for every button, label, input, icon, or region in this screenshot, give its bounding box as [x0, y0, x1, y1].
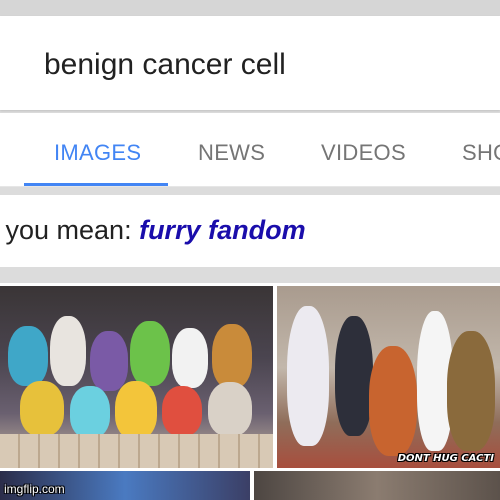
- tab-videos[interactable]: VIDEOS: [321, 140, 406, 166]
- crowd-figure: [50, 316, 86, 386]
- image-result-4[interactable]: [254, 471, 500, 500]
- crowd-figure: [70, 386, 110, 438]
- crowd-figure: [115, 381, 157, 439]
- crowd-figure: [90, 331, 128, 391]
- image-caption: DONT HUG CACTI: [397, 453, 494, 464]
- search-bar[interactable]: benign cancer cell: [0, 16, 500, 110]
- crowd-figure: [287, 306, 329, 446]
- top-strip: [0, 0, 500, 16]
- image-result-1[interactable]: [0, 286, 273, 468]
- crowd-figure: [369, 346, 417, 456]
- crowd-figure: [172, 328, 208, 388]
- did-you-mean-card: l you mean: furry fandom: [0, 195, 500, 267]
- did-you-mean-prefix: l you mean:: [0, 215, 140, 245]
- image-results-grid: DONT HUG CACTI: [0, 283, 500, 500]
- crowd-figure: [447, 331, 495, 451]
- tab-shopping[interactable]: SHO: [462, 140, 500, 166]
- active-tab-indicator: [24, 183, 168, 186]
- did-you-mean-text: l you mean: furry fandom: [0, 215, 306, 246]
- crowd-figure: [208, 382, 252, 436]
- tab-news[interactable]: NEWS: [198, 140, 265, 166]
- crowd-figure: [20, 381, 64, 436]
- crowd-figure: [335, 316, 373, 436]
- crowd-figure: [212, 324, 252, 388]
- image-result-2[interactable]: DONT HUG CACTI: [277, 286, 500, 468]
- search-tabs: IMAGES NEWS VIDEOS SHO: [0, 113, 500, 187]
- crowd-figure: [8, 326, 48, 386]
- did-you-mean-link[interactable]: furry fandom: [139, 215, 306, 245]
- imgflip-watermark: imgflip.com: [4, 482, 65, 496]
- tab-images[interactable]: IMAGES: [54, 140, 141, 166]
- search-query-text[interactable]: benign cancer cell: [44, 48, 286, 82]
- floor: [0, 434, 273, 468]
- crowd-figure: [162, 386, 202, 436]
- crowd-figure: [130, 321, 170, 386]
